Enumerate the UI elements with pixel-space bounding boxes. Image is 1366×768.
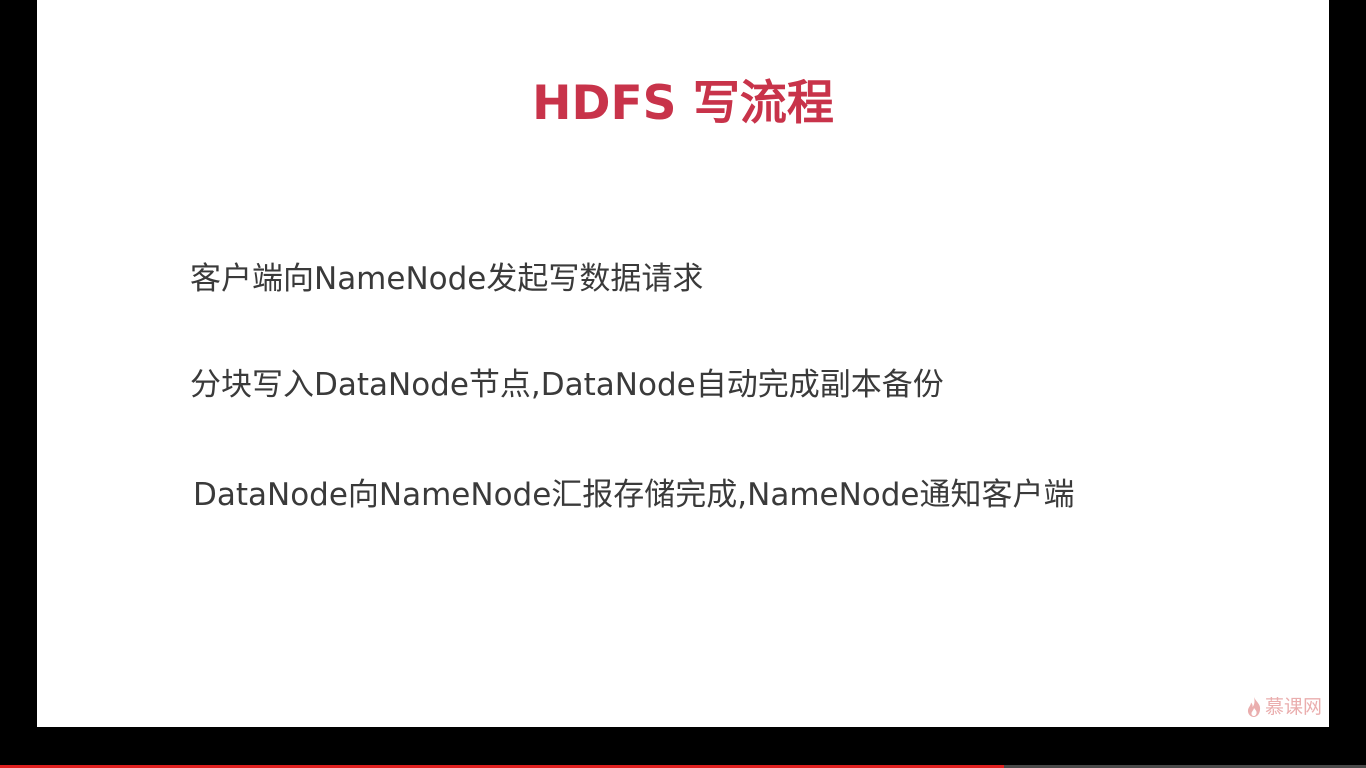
slide-bullet-1: 客户端向NameNode发起写数据请求	[190, 261, 704, 297]
flame-icon	[1247, 697, 1261, 717]
slide-title: HDFS 写流程	[532, 76, 834, 131]
slide-bullet-2: 分块写入DataNode节点,DataNode自动完成副本备份	[190, 367, 944, 403]
watermark-label: 慕课网	[1264, 696, 1322, 718]
video-player: HDFS 写流程 客户端向NameNode发起写数据请求 分块写入DataNod…	[0, 0, 1366, 768]
imooc-watermark: 慕课网	[1245, 694, 1322, 720]
presentation-slide: HDFS 写流程 客户端向NameNode发起写数据请求 分块写入DataNod…	[37, 0, 1329, 727]
slide-bullet-3: DataNode向NameNode汇报存储完成,NameNode通知客户端	[193, 477, 1075, 513]
